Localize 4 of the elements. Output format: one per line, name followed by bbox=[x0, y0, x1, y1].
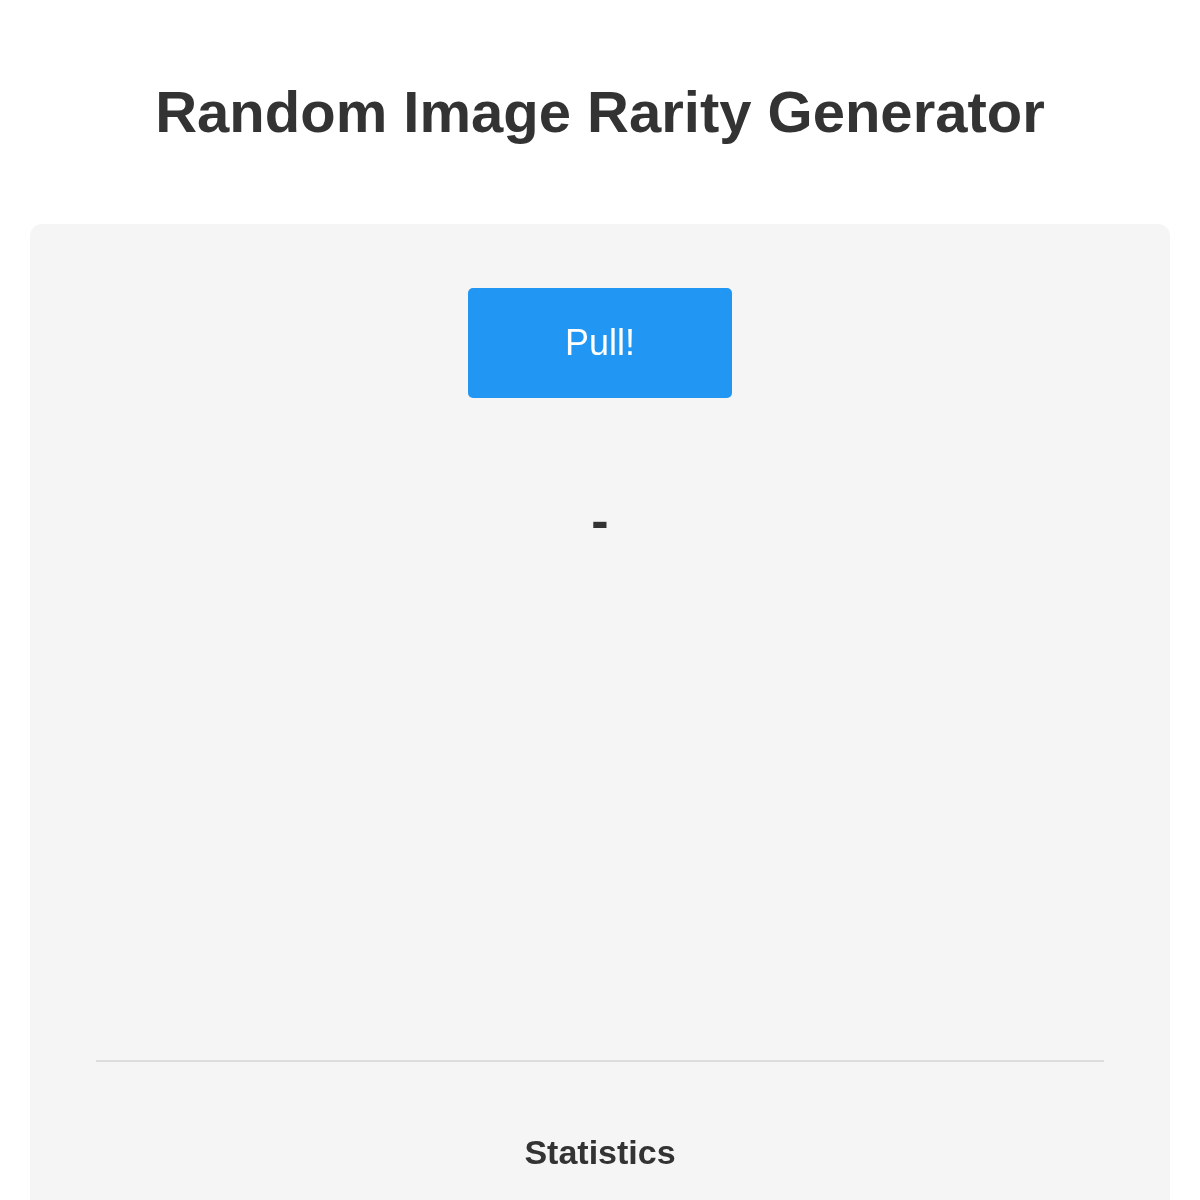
pull-button[interactable]: Pull! bbox=[468, 288, 732, 398]
result-text: - bbox=[591, 491, 609, 549]
page-title: Random Image Rarity Generator bbox=[154, 78, 1046, 146]
statistics-heading: Statistics bbox=[524, 1133, 676, 1171]
